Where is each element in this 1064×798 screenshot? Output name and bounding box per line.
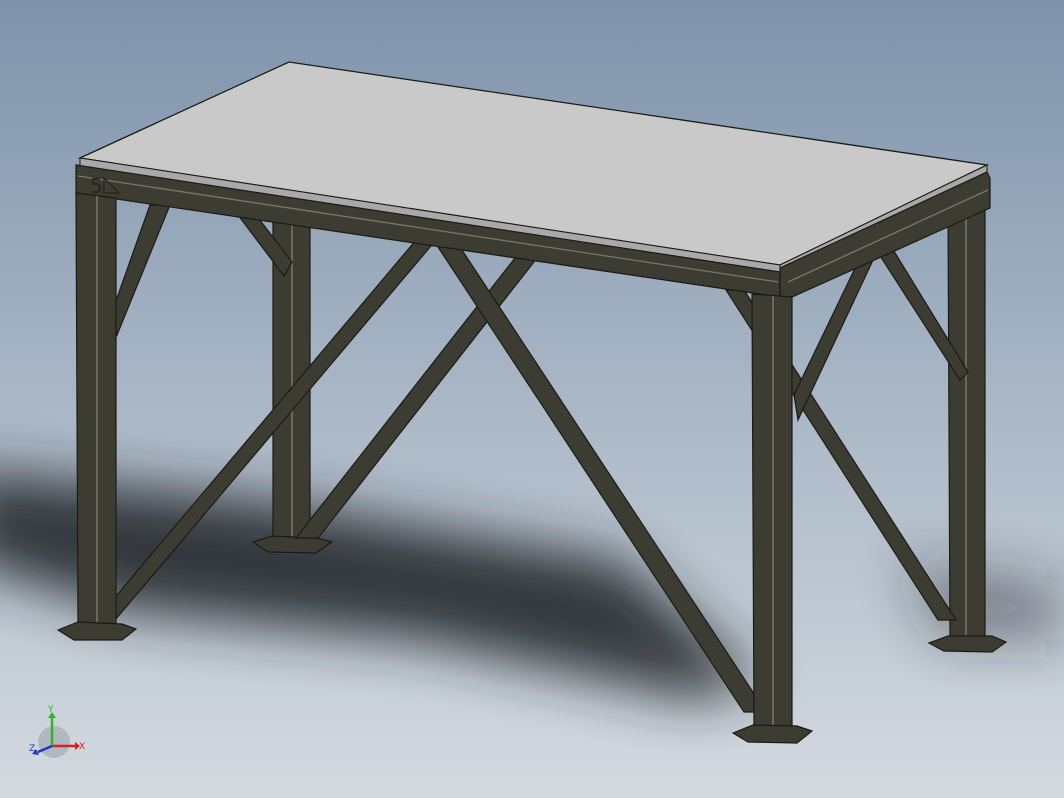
triad-origin-shadow <box>38 726 70 758</box>
triad-y-label: Y <box>47 705 54 715</box>
triad-x-label: X <box>79 742 85 752</box>
graphics-viewport[interactable]: 5 X Y Z <box>0 0 1064 798</box>
foot-plate-front-left <box>56 621 138 641</box>
foot-plate-back-left <box>251 535 334 554</box>
foot-plate-back-right <box>927 635 1008 653</box>
triad-z-label: Z <box>29 744 35 754</box>
foot-plate-front-right <box>731 724 814 744</box>
weld-size-label: 5 <box>90 174 103 198</box>
3d-model-scene[interactable]: 5 X Y Z <box>0 0 1064 798</box>
